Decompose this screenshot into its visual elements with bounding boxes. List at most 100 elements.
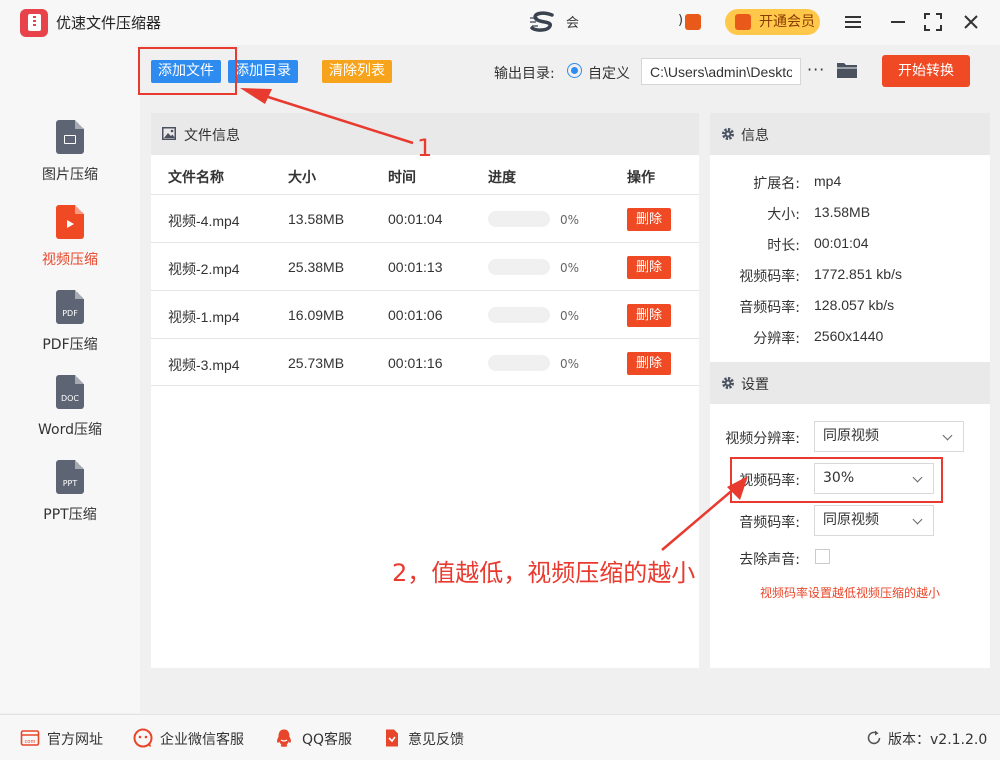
column-header-name: 文件名称 [168,170,224,186]
annotation-box-add-file [138,47,237,95]
custom-output-radio[interactable] [567,63,582,78]
progress-bar [488,211,550,227]
delete-button[interactable]: 删除 [627,208,671,231]
file-size: 13.58MB [288,211,345,227]
pdf-file-icon: PDF [56,290,84,324]
sidebar-item-label: 图片压缩 [42,167,98,183]
info-key: 分辨率: [753,331,800,347]
app-logo-icon [20,9,48,37]
info-value: 00:01:04 [814,235,869,251]
image-icon [162,127,176,140]
minimize-icon[interactable] [887,11,909,33]
banner-text: 会 [566,16,580,31]
video-resolution-value: 同原视频 [823,428,879,444]
info-key: 音频码率: [739,300,800,316]
open-folder-icon[interactable] [836,61,858,79]
info-value: mp4 [814,173,842,189]
vip-crown-icon [735,14,751,30]
sidebar-item-label: PDF压缩 [42,337,98,353]
sidebar-item-video[interactable]: 视频压缩 [0,205,140,285]
info-key: 时长: [767,238,800,254]
info-value: 13.58MB [814,204,871,220]
file-size: 16.09MB [288,307,345,323]
sidebar-item-pdf[interactable]: PDF PDF压缩 [0,290,140,370]
file-duration: 00:01:04 [388,211,443,227]
image-file-icon [56,120,84,154]
footer-link-feedback[interactable]: 意见反馈 [408,729,464,749]
column-header-size: 大小 [288,170,316,186]
footer-link-wechat[interactable]: 企业微信客服 [160,729,244,749]
chevron-down-icon [942,430,953,441]
file-size: 25.38MB [288,259,345,275]
vip-button[interactable]: 开通会员 [725,9,820,35]
wechat-service-icon [133,728,153,748]
table-row[interactable]: 视频-2.mp4 25.38MB 00:01:13 0% 删除 [151,242,699,290]
footer-bar: com 官方网址 企业微信客服 QQ客服 意见反馈 版本：v2.1.2.0 [0,714,1000,760]
chevron-down-icon [912,514,923,525]
doc-file-icon: DOC [56,375,84,409]
maximize-icon[interactable] [922,11,944,33]
progress-text: 0% [560,357,580,371]
table-row[interactable]: 视频-3.mp4 25.73MB 00:01:16 0% 删除 [151,338,699,386]
settings-title: 设置 [741,377,769,393]
title-bar: 优速文件压缩器 会 ) 开通会员 [0,0,1000,45]
gear-icon [722,377,734,389]
progress-text: 0% [560,213,580,227]
website-icon: com [20,730,40,746]
add-directory-button[interactable]: 添加目录 [228,60,298,83]
info-key: 视频码率: [739,269,800,285]
output-path-input[interactable] [641,58,801,85]
remove-audio-checkbox[interactable] [815,549,830,564]
vip-badge-icon [685,14,701,30]
menu-icon[interactable] [842,11,864,33]
progress-bar [488,307,550,323]
footer-link-website[interactable]: 官方网址 [47,729,103,749]
info-key: 大小: [767,207,800,223]
annotation-box-video-bitrate [730,457,943,503]
bitrate-hint: 视频码率设置越低视频压缩的越小 [760,586,941,600]
table-row[interactable]: 视频-4.mp4 13.58MB 00:01:04 0% 删除 [151,194,699,242]
close-icon[interactable] [960,11,982,33]
feedback-icon [386,729,398,747]
clear-list-button[interactable]: 清除列表 [322,60,392,83]
info-title: 信息 [741,128,769,144]
sidebar-item-image[interactable]: 图片压缩 [0,120,140,200]
audio-bitrate-select[interactable]: 同原视频 [814,505,934,536]
info-value: 128.057 kb/s [814,297,895,313]
column-header-progress: 进度 [488,170,516,186]
annotation-step-1: 1 [417,134,433,162]
table-row[interactable]: 视频-1.mp4 16.09MB 00:01:06 0% 删除 [151,290,699,338]
refresh-icon[interactable] [864,728,884,748]
sidebar-item-ppt[interactable]: PPT PPT压缩 [0,460,140,540]
sidebar-item-label: 视频压缩 [42,252,98,268]
delete-button[interactable]: 删除 [627,352,671,375]
file-name: 视频-3.mp4 [168,357,240,373]
audio-bitrate-label: 音频码率: [739,515,800,531]
version-label: 版本：v2.1.2.0 [888,732,988,748]
banner-tail: ) [678,13,684,28]
progress-bar [488,259,550,275]
video-file-icon [56,205,84,239]
info-value: 1772.851 kb/s [814,266,902,282]
file-duration: 00:01:13 [388,259,443,275]
delete-button[interactable]: 删除 [627,256,671,279]
sidebar-item-word[interactable]: DOC Word压缩 [0,375,140,455]
progress-text: 0% [560,309,580,323]
delete-button[interactable]: 删除 [627,304,671,327]
file-duration: 00:01:16 [388,355,443,371]
browse-more-button[interactable]: ··· [807,58,827,82]
custom-output-label: 自定义 [588,66,630,82]
footer-link-qq[interactable]: QQ客服 [302,729,352,749]
column-header-time: 时间 [388,170,416,186]
progress-text: 0% [560,261,580,275]
info-panel: 信息 扩展名: mp4 大小: 13.58MB 时长: 00:01:04 视频码… [710,113,990,668]
video-resolution-select[interactable]: 同原视频 [814,421,964,452]
file-name: 视频-4.mp4 [168,213,240,229]
ppt-file-icon: PPT [56,460,84,494]
info-header: 信息 [710,113,990,155]
sidebar: 图片压缩 视频压缩 PDF PDF压缩 DOC Word压缩 PPT PPT压缩 [0,45,140,713]
file-name: 视频-2.mp4 [168,261,240,277]
gear-icon [722,128,734,140]
start-convert-button[interactable]: 开始转换 [882,55,970,87]
file-duration: 00:01:06 [388,307,443,323]
